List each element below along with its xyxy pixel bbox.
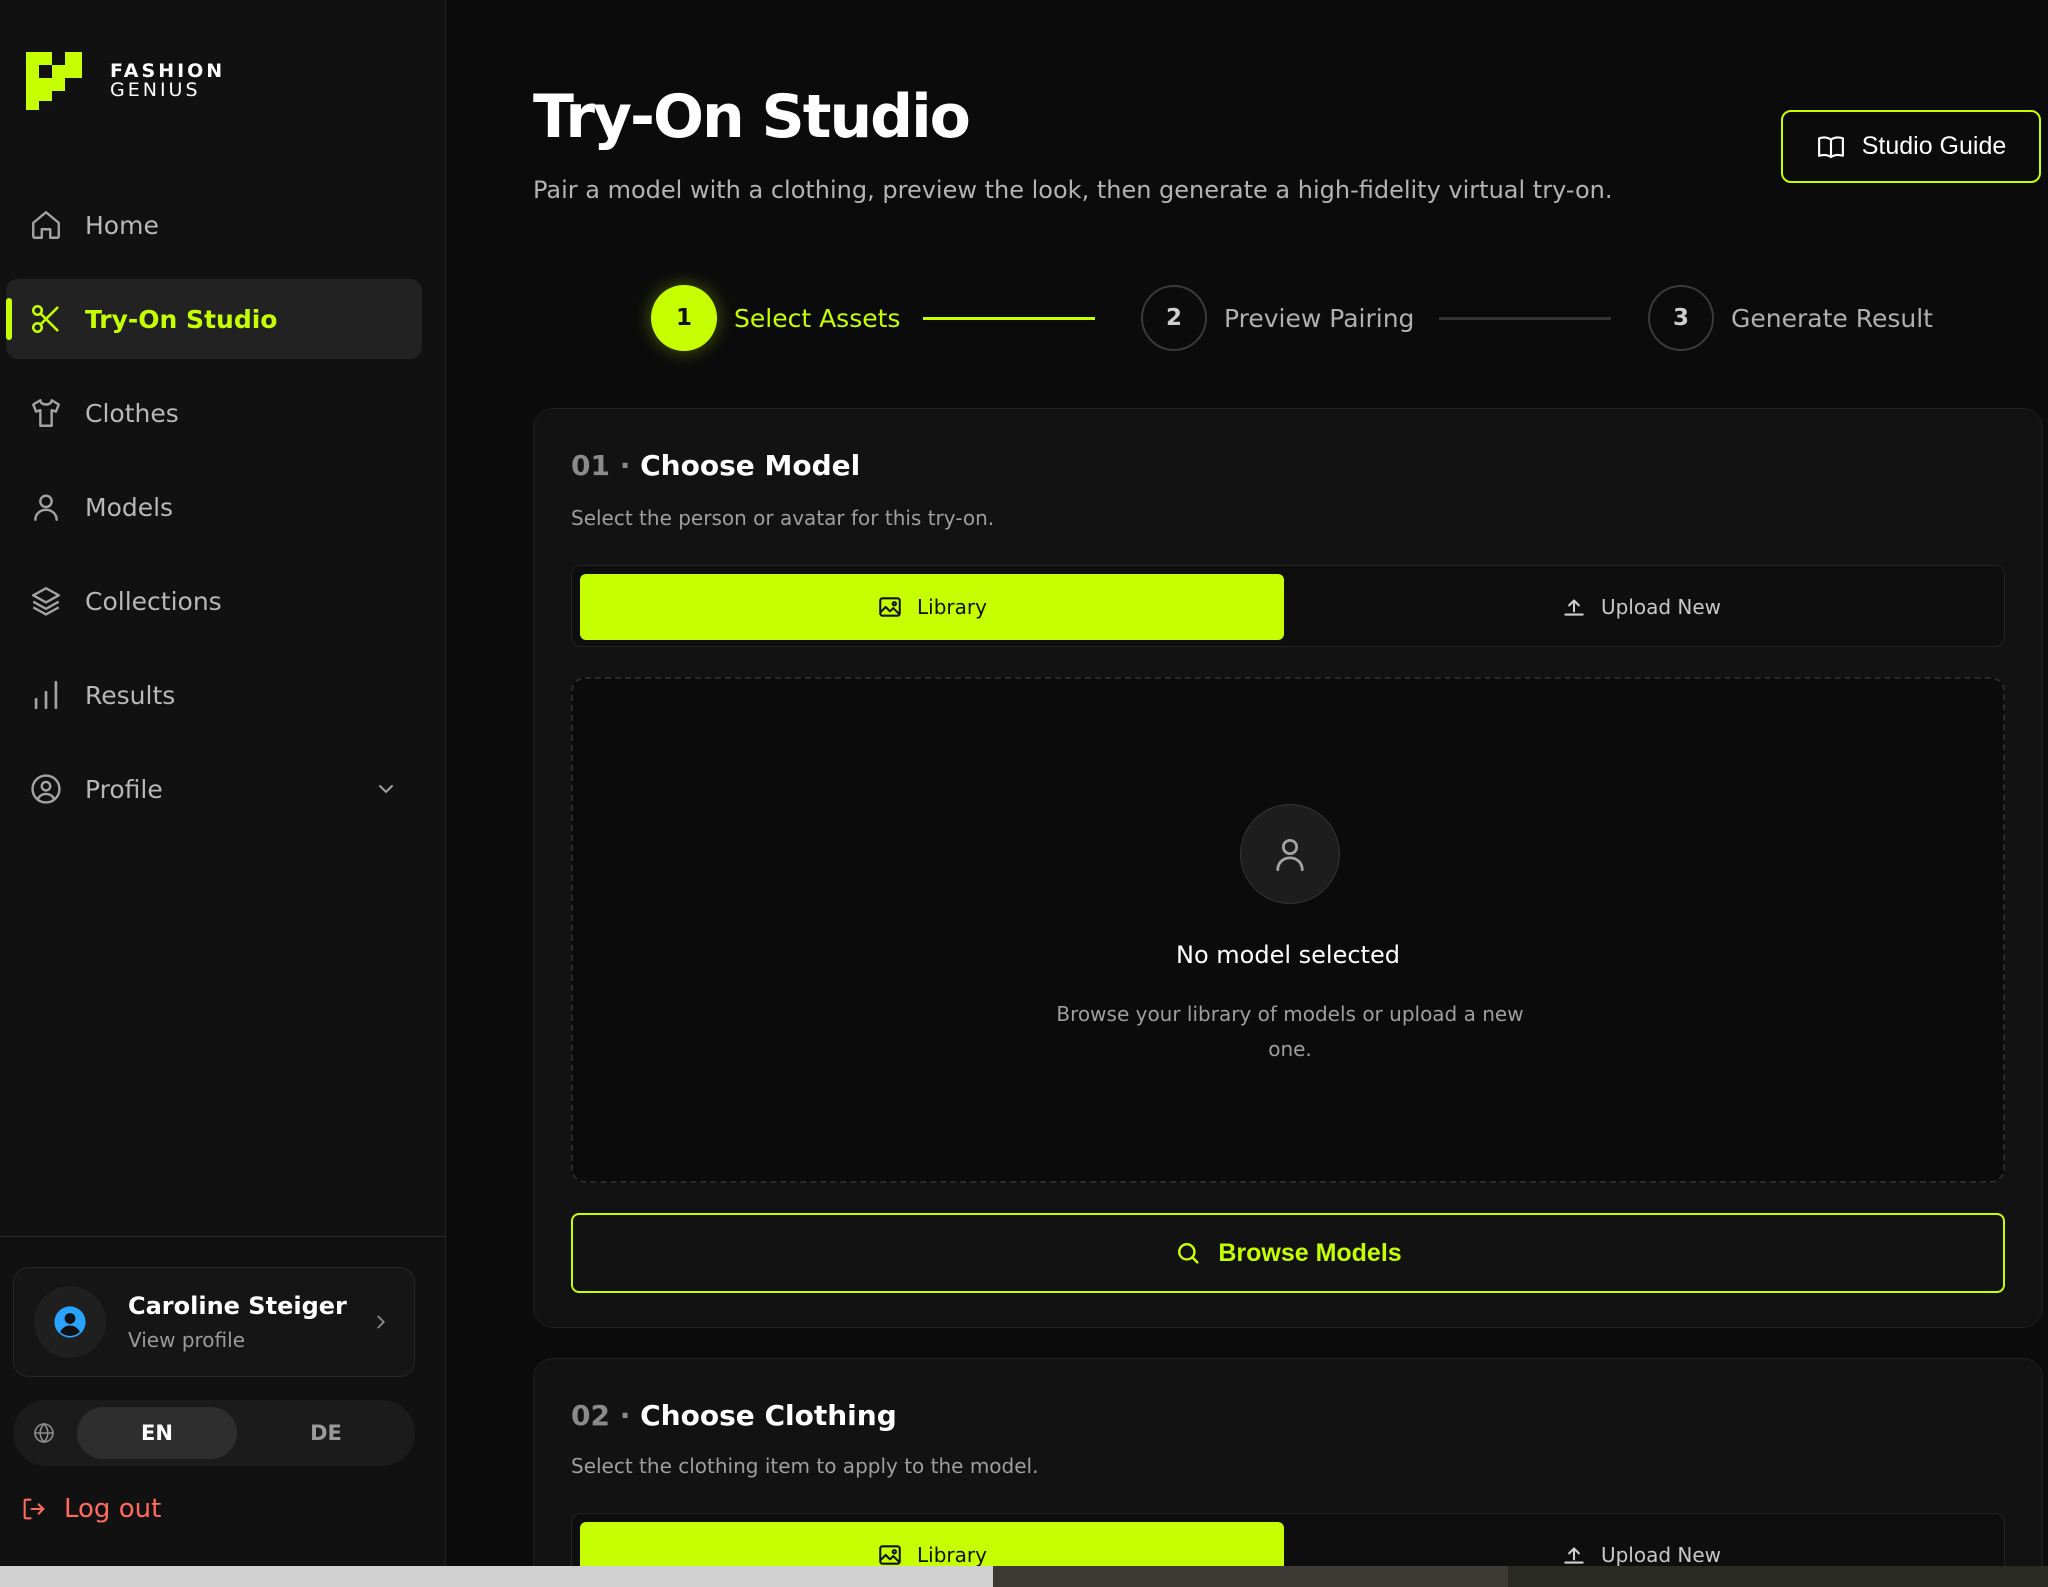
user-name: Caroline Steiger <box>128 1292 347 1320</box>
view-profile-link[interactable]: View profile <box>128 1328 347 1352</box>
sidebar-item-clothes[interactable]: Clothes <box>6 373 422 453</box>
step-1-circle[interactable]: 1 <box>651 285 717 351</box>
user-icon <box>28 489 64 525</box>
tab-upload-label: Upload New <box>1600 1543 1722 1566</box>
step-1-label[interactable]: Select Assets <box>734 304 900 333</box>
step-2-circle[interactable]: 2 <box>1141 285 1207 351</box>
language-switcher: EN DE <box>13 1400 415 1466</box>
section-title: Choose Model <box>640 449 861 482</box>
browse-models-button[interactable]: Browse Models <box>571 1213 2005 1293</box>
tab-library[interactable]: Library <box>580 574 1284 640</box>
image-icon <box>879 1545 901 1565</box>
sidebar-divider <box>0 1236 446 1237</box>
globe-icon <box>29 1418 59 1448</box>
upload-icon <box>1564 599 1584 616</box>
empty-state-title: No model selected <box>1176 941 1400 969</box>
book-icon <box>1817 135 1844 158</box>
step-3-circle[interactable]: 3 <box>1648 285 1714 351</box>
step-connector-1 <box>923 317 1095 320</box>
model-dropzone[interactable]: No model selected Browse your library of… <box>571 677 2005 1183</box>
app-window: FASHION GENIUS Home Try-On Studio Clothe… <box>0 0 2048 1566</box>
user-icon <box>1276 838 1304 872</box>
sidebar-item-label: Home <box>85 210 159 240</box>
sidebar: FASHION GENIUS Home Try-On Studio Clothe… <box>0 0 446 1566</box>
step-2-label[interactable]: Preview Pairing <box>1224 304 1414 333</box>
sidebar-item-models[interactable]: Models <box>6 467 422 547</box>
studio-guide-label: Studio Guide <box>1861 132 2007 160</box>
section-title: Choose Clothing <box>640 1399 897 1432</box>
sidebar-nav: Home Try-On Studio Clothes Models Collec… <box>6 185 422 843</box>
user-circle-icon <box>28 771 64 807</box>
sidebar-item-results[interactable]: Results <box>6 655 422 735</box>
tab-upload-new[interactable]: Upload New <box>1284 1522 1998 1566</box>
choose-clothing-card: 02 · Choose Clothing Select the clothing… <box>533 1358 2043 1566</box>
tab-library[interactable]: Library <box>580 1522 1284 1566</box>
clothing-source-tabs: Library Upload New <box>571 1513 2005 1566</box>
logout-icon <box>23 1498 45 1520</box>
model-source-tabs: Library Upload New <box>571 565 2005 647</box>
step-connector-2 <box>1439 317 1611 320</box>
bar-chart-icon <box>28 677 64 713</box>
sidebar-item-try-on-studio[interactable]: Try-On Studio <box>6 279 422 359</box>
chevron-right-icon <box>370 1311 392 1337</box>
page-title: Try-On Studio <box>533 82 971 152</box>
logout-label: Log out <box>64 1494 162 1524</box>
empty-state-avatar <box>1240 804 1340 904</box>
background-image-segment <box>1508 1566 2048 1587</box>
tab-upload-label: Upload New <box>1600 595 1722 619</box>
scissors-icon <box>28 301 64 337</box>
sidebar-item-label: Try-On Studio <box>85 304 278 334</box>
brand-name: FASHION GENIUS <box>110 62 225 100</box>
tab-library-label: Library <box>917 1543 987 1566</box>
language-option-de[interactable]: DE <box>246 1407 406 1459</box>
browse-models-label: Browse Models <box>1218 1238 1402 1267</box>
shirt-icon <box>28 395 64 431</box>
image-icon <box>879 597 901 617</box>
logo-icon <box>26 52 82 110</box>
tab-library-label: Library <box>917 595 987 619</box>
section-heading: 01 · Choose Model <box>571 449 860 482</box>
upload-icon <box>1564 1547 1584 1564</box>
home-icon <box>28 207 64 243</box>
chevron-down-icon[interactable] <box>374 777 398 805</box>
sidebar-item-label: Clothes <box>85 398 179 428</box>
section-number: 02 · <box>571 1399 631 1432</box>
page-subtitle: Pair a model with a clothing, preview th… <box>533 176 1613 204</box>
sidebar-item-label: Profile <box>85 774 163 804</box>
section-description: Select the clothing item to apply to the… <box>571 1454 1039 1478</box>
search-icon <box>1178 1243 1199 1264</box>
sidebar-item-home[interactable]: Home <box>6 185 422 265</box>
main-content: Try-On Studio Pair a model with a clothi… <box>446 0 2048 1566</box>
sidebar-item-profile[interactable]: Profile <box>6 749 422 829</box>
sidebar-item-label: Models <box>85 492 174 522</box>
section-number: 01 · <box>571 449 631 482</box>
studio-guide-button[interactable]: Studio Guide <box>1781 110 2041 183</box>
background-image-segment <box>993 1566 1508 1587</box>
avatar-user-icon <box>54 1306 86 1338</box>
sidebar-item-label: Collections <box>85 586 222 616</box>
layers-icon <box>28 583 64 619</box>
section-description: Select the person or avatar for this try… <box>571 506 995 530</box>
empty-state-description: Browse your library of models or upload … <box>1056 1002 1524 1061</box>
sidebar-item-collections[interactable]: Collections <box>6 561 422 641</box>
section-heading: 02 · Choose Clothing <box>571 1399 897 1432</box>
language-option-en[interactable]: EN <box>77 1407 237 1459</box>
sidebar-item-label: Results <box>85 680 176 710</box>
bottom-background-strip <box>0 1566 2048 1587</box>
brand-logo[interactable]: FASHION GENIUS <box>26 52 225 110</box>
avatar <box>34 1286 106 1358</box>
brand-line-2: GENIUS <box>110 79 201 101</box>
choose-model-card: 01 · Choose Model Select the person or a… <box>533 408 2043 1328</box>
user-info: Caroline Steiger View profile <box>128 1292 347 1352</box>
tab-upload-new[interactable]: Upload New <box>1284 574 1998 640</box>
step-3-label[interactable]: Generate Result <box>1731 304 1933 333</box>
logout-button[interactable]: Log out <box>20 1494 161 1524</box>
user-profile-card[interactable]: Caroline Steiger View profile <box>13 1267 415 1377</box>
